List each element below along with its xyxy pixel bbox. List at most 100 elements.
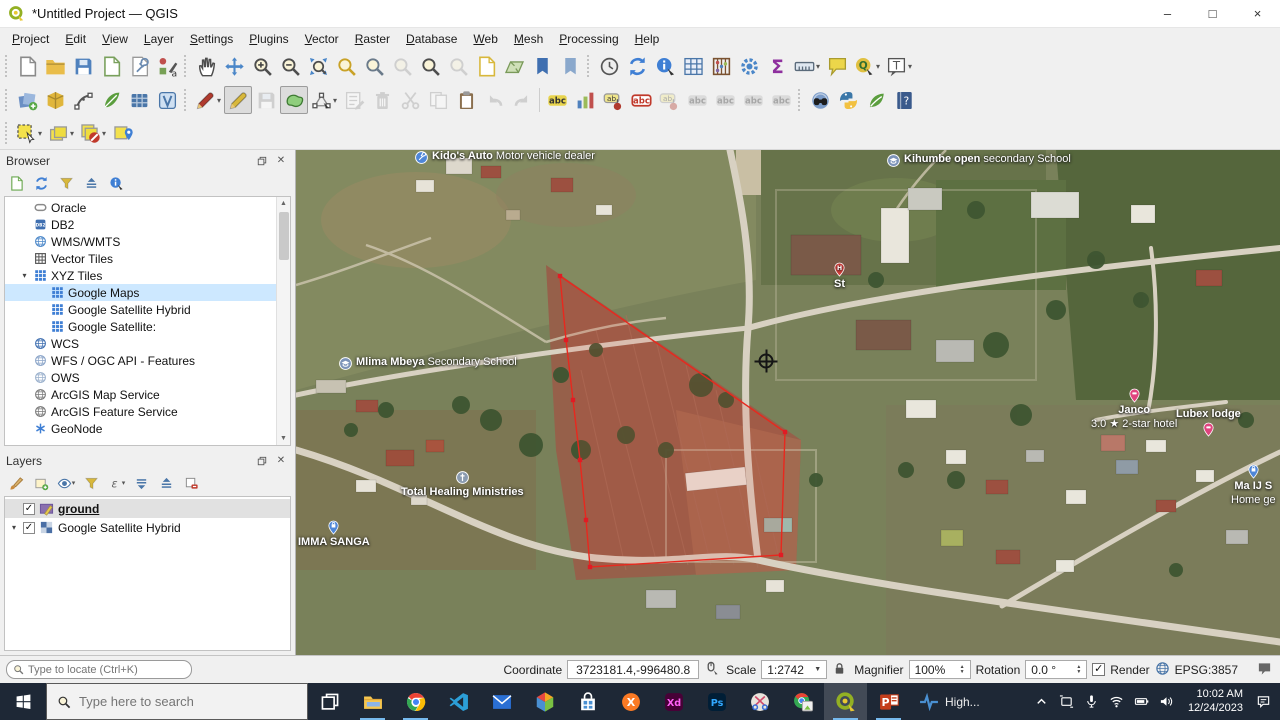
pbtn-add-group[interactable] <box>30 473 52 493</box>
btn-metasearch[interactable] <box>806 86 834 114</box>
browser-item-ows[interactable]: OWS <box>5 369 290 386</box>
btn-new-shapefile-layer[interactable] <box>69 86 97 114</box>
layer-google-satellite-hybrid[interactable]: ▾ Google Satellite Hybrid <box>5 518 290 537</box>
spinner-arrows-icon[interactable]: ▲▼ <box>960 665 965 675</box>
app-snipping-tool[interactable] <box>738 683 781 720</box>
btn-new-temporary-layer[interactable] <box>153 86 181 114</box>
menu-item[interactable]: View <box>94 30 136 48</box>
pbtn-remove-layer[interactable] <box>180 473 202 493</box>
menu-item[interactable]: Project <box>4 30 57 48</box>
btn-text-annotation[interactable] <box>883 52 915 80</box>
layers-close-button[interactable]: ✕ <box>273 454 289 468</box>
minimize-button[interactable]: – <box>1145 0 1190 27</box>
wifi-icon[interactable] <box>1109 694 1125 710</box>
battery-icon[interactable] <box>1134 694 1150 710</box>
app-highlight[interactable]: High... <box>910 683 988 720</box>
crs-globe-icon[interactable] <box>1155 661 1172 678</box>
taskbar-search-input[interactable] <box>79 694 297 709</box>
btn-statistical-summary[interactable] <box>707 52 735 80</box>
btn-paste-features[interactable] <box>452 86 480 114</box>
btn-save-project[interactable] <box>69 52 97 80</box>
btn-delete-selected[interactable] <box>368 86 396 114</box>
menu-item[interactable]: Raster <box>347 30 398 48</box>
btn-processing-toolbox[interactable] <box>735 52 763 80</box>
btn-data-source-manager[interactable] <box>13 86 41 114</box>
browser-float-button[interactable] <box>254 154 270 168</box>
btn-modify-attributes[interactable] <box>340 86 368 114</box>
btn-zoom-to-selection[interactable] <box>332 52 360 80</box>
btn-layer-labeling[interactable] <box>543 86 571 114</box>
browser-item-google-maps[interactable]: Google Maps <box>5 284 290 301</box>
app-qgis[interactable] <box>824 683 867 720</box>
pbtn-collapse-all[interactable] <box>80 173 102 193</box>
btn-change-label[interactable] <box>767 86 795 114</box>
btn-pin-labels[interactable] <box>655 86 683 114</box>
btn-move-label[interactable] <box>711 86 739 114</box>
browser-item-wfs[interactable]: WFS / OGC API - Features <box>5 352 290 369</box>
btn-rotate-label[interactable] <box>739 86 767 114</box>
btn-new-virtual-layer[interactable] <box>125 86 153 114</box>
btn-zoom-next[interactable] <box>444 52 472 80</box>
btn-pan-to-selection[interactable] <box>220 52 248 80</box>
extents-icon[interactable] <box>704 661 721 678</box>
menu-item[interactable]: Web <box>465 30 505 48</box>
btn-select-by-form[interactable] <box>45 119 77 147</box>
microphone-icon[interactable] <box>1084 694 1100 710</box>
notification-center-icon[interactable] <box>1256 694 1272 710</box>
btn-save-layer-edits[interactable] <box>252 86 280 114</box>
browser-item-arcgis-map[interactable]: ArcGIS Map Service <box>5 386 290 403</box>
app-task-view[interactable] <box>308 683 351 720</box>
spinner-arrows-icon[interactable]: ▲▼ <box>1076 665 1081 675</box>
btn-open-project[interactable] <box>41 52 69 80</box>
app-chrome[interactable] <box>394 683 437 720</box>
btn-identify-features[interactable] <box>651 52 679 80</box>
toolbar-drag-handle[interactable] <box>798 89 803 111</box>
btn-select-by-location[interactable] <box>109 119 137 147</box>
maximize-button[interactable]: □ <box>1190 0 1235 27</box>
btn-highlight-pinned-labels[interactable] <box>683 86 711 114</box>
browser-item-oracle[interactable]: Oracle <box>5 199 290 216</box>
layer-visibility-checkbox[interactable] <box>23 522 35 534</box>
lock-icon[interactable] <box>832 661 849 678</box>
menu-item[interactable]: Help <box>627 30 668 48</box>
screen-clip-icon[interactable] <box>1059 694 1075 710</box>
layer-visibility-checkbox[interactable] <box>23 503 35 515</box>
toolbar-drag-handle[interactable] <box>5 122 10 144</box>
browser-scrollbar[interactable]: ▲ ▼ <box>276 197 290 445</box>
pbtn-expand-all[interactable] <box>130 473 152 493</box>
start-button[interactable] <box>0 683 46 720</box>
btn-zoom-native[interactable] <box>388 52 416 80</box>
browser-item-vector-tiles[interactable]: Vector Tiles <box>5 250 290 267</box>
pbtn-add-selected-layers[interactable] <box>5 173 27 193</box>
btn-open-attribute-table[interactable] <box>679 52 707 80</box>
btn-python-console[interactable] <box>834 86 862 114</box>
btn-select-features[interactable] <box>13 119 45 147</box>
app-xampp[interactable] <box>609 683 652 720</box>
btn-zoom-out[interactable] <box>276 52 304 80</box>
btn-add-polygon-feature[interactable] <box>280 86 308 114</box>
expander-icon[interactable]: ▾ <box>19 271 30 280</box>
btn-layer-styling[interactable] <box>571 86 599 114</box>
btn-new-3d-map-view[interactable] <box>500 52 528 80</box>
pbtn-open-layer-styling[interactable] <box>5 473 27 493</box>
tray-chevron-up-icon[interactable] <box>1034 694 1050 710</box>
menu-item[interactable]: Plugins <box>241 30 296 48</box>
btn-layer-callouts[interactable] <box>627 86 655 114</box>
layer-ground[interactable]: ground <box>5 499 290 518</box>
toolbar-drag-handle[interactable] <box>5 55 10 77</box>
menu-item[interactable]: Mesh <box>506 30 551 48</box>
app-mail[interactable] <box>480 683 523 720</box>
magnifier-spinner[interactable]: 100%▲▼ <box>909 660 971 679</box>
toolbar-drag-handle[interactable] <box>184 55 189 77</box>
btn-map-tips[interactable] <box>823 52 851 80</box>
btn-new-spatial-bookmark[interactable] <box>528 52 556 80</box>
menu-item[interactable]: Database <box>398 30 465 48</box>
browser-item-db2[interactable]: DB2 <box>5 216 290 233</box>
app-file-explorer[interactable] <box>351 683 394 720</box>
browser-item-wcs[interactable]: WCS <box>5 335 290 352</box>
app-photoshop[interactable] <box>695 683 738 720</box>
btn-add-layer[interactable] <box>41 86 69 114</box>
app-adobe-xd[interactable] <box>652 683 695 720</box>
pbtn-manage-map-themes[interactable] <box>55 473 77 493</box>
btn-copy-features[interactable] <box>424 86 452 114</box>
